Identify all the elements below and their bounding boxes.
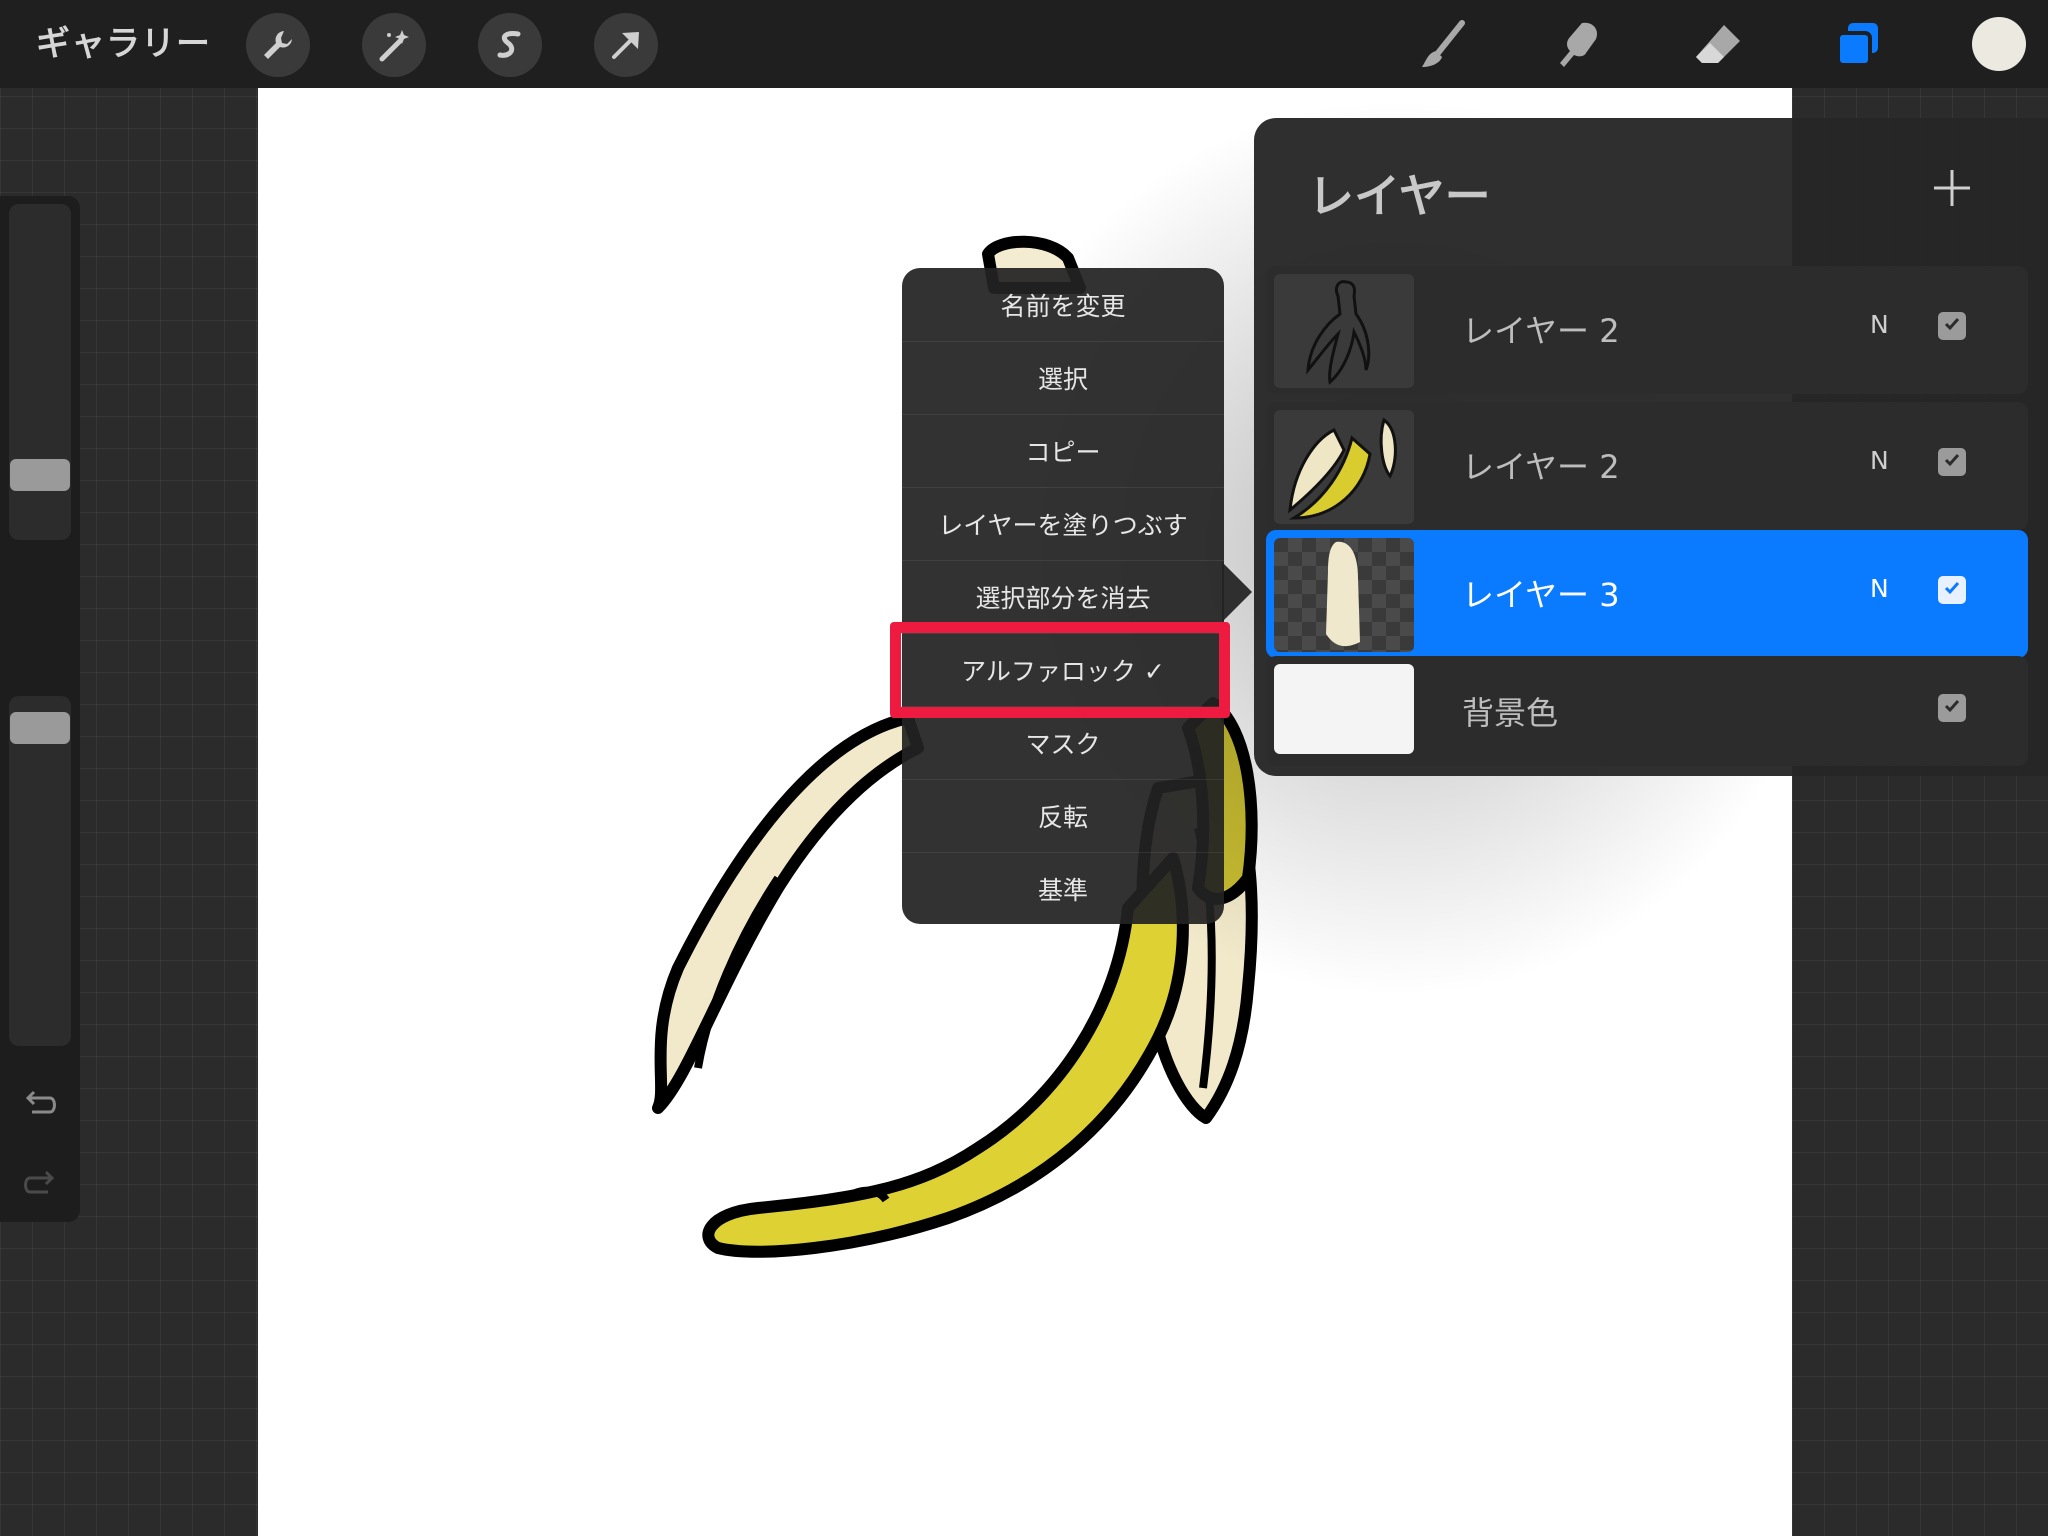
opacity-thumb[interactable] [10,712,70,744]
eraser-icon [1690,17,1746,73]
layer-thumbnail [1274,538,1414,652]
opacity-slider[interactable] [9,696,71,1046]
menu-select[interactable]: 選択 [902,341,1224,414]
layers-panel: レイヤー レイヤー 2 N レイヤー 2 N レイヤー 3 N 背景色 [1254,118,2048,776]
redo-icon[interactable] [20,1164,60,1204]
layer-name: レイヤー 3 [1462,576,1620,614]
layer-name: 背景色 [1462,694,1559,732]
layer-name: レイヤー 2 [1462,312,1620,350]
menu-reference[interactable]: 基準 [902,852,1224,925]
gallery-button[interactable]: ギャラリー [36,22,211,66]
menu-pointer-arrow [1222,562,1252,622]
visibility-checkbox[interactable] [1938,448,1966,476]
checkmark-icon [1942,578,1962,602]
menu-clear-selection[interactable]: 選択部分を消去 [902,560,1224,633]
layer-row[interactable]: レイヤー 2 N [1266,402,2028,530]
brush-icon [1414,17,1470,73]
transform-button[interactable] [594,13,658,77]
menu-mask[interactable]: マスク [902,706,1224,779]
menu-invert[interactable]: 反転 [902,779,1224,852]
transform-arrow-icon [608,27,644,63]
magic-wand-icon [376,27,412,63]
visibility-checkbox[interactable] [1938,312,1966,340]
color-picker-button[interactable] [1972,17,2026,71]
menu-alpha-lock[interactable]: アルファロック ✓ [902,633,1224,706]
blend-mode[interactable]: N [1870,574,1889,603]
menu-rename[interactable]: 名前を変更 [902,268,1224,341]
layers-title: レイヤー [1308,169,1491,223]
layer-thumbnail [1274,410,1414,524]
menu-copy[interactable]: コピー [902,414,1224,487]
visibility-checkbox[interactable] [1938,576,1966,604]
left-sidebar [0,196,80,1222]
undo-icon[interactable] [20,1084,60,1124]
plus-icon[interactable] [1928,164,1976,212]
checkmark-icon [1942,314,1962,338]
menu-fill-layer[interactable]: レイヤーを塗りつぶす [902,487,1224,560]
visibility-checkbox[interactable] [1938,694,1966,722]
wrench-icon [260,27,296,63]
brush-size-thumb[interactable] [10,459,70,491]
layers-button[interactable] [1826,14,1890,76]
smudge-icon [1552,17,1608,73]
layer-thumbnail [1274,664,1414,754]
layers-icon [1830,17,1886,73]
checkmark-icon [1942,696,1962,720]
top-toolbar: ギャラリー [0,0,2048,88]
layer-thumbnail [1274,274,1414,388]
eraser-button[interactable] [1686,14,1750,76]
blend-mode[interactable]: N [1870,446,1889,475]
background-layer-row[interactable]: 背景色 [1266,656,2028,766]
layer-row[interactable]: レイヤー 2 N [1266,266,2028,394]
actions-button[interactable] [246,13,310,77]
layer-name: レイヤー 2 [1462,448,1620,486]
brush-button[interactable] [1410,14,1474,76]
selection-button[interactable] [478,13,542,77]
blend-mode[interactable]: N [1870,310,1889,339]
layer-context-menu: 名前を変更 選択 コピー レイヤーを塗りつぶす 選択部分を消去 アルファロック … [902,268,1224,924]
smudge-button[interactable] [1548,14,1612,76]
adjustments-button[interactable] [362,13,426,77]
selection-icon [492,27,528,63]
checkmark-icon [1942,450,1962,474]
layer-row-active[interactable]: レイヤー 3 N [1266,530,2028,658]
